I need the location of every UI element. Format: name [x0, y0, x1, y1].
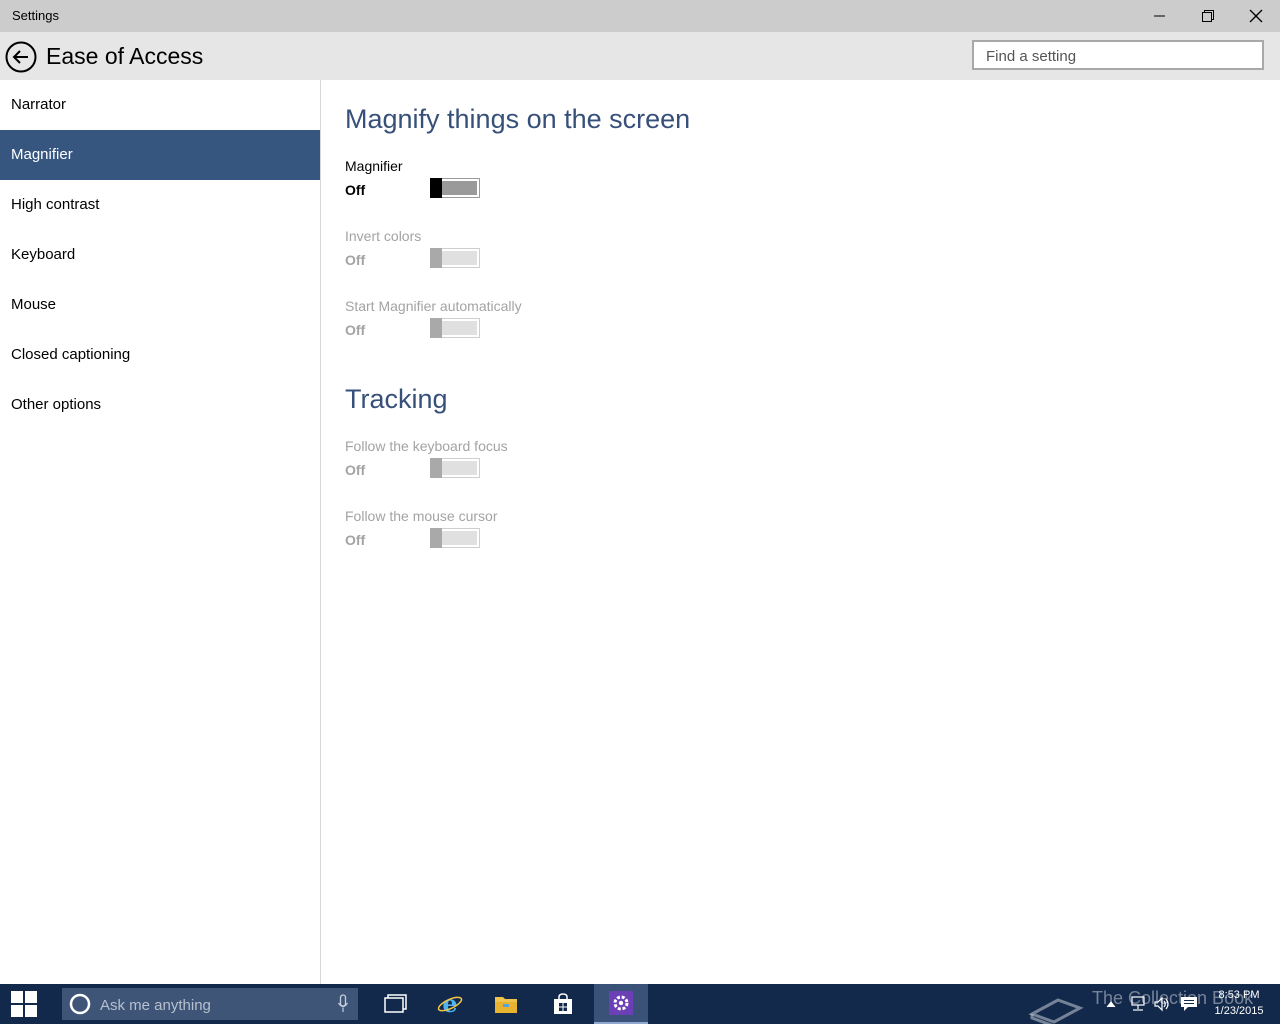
invert-colors-state: Off	[345, 252, 366, 268]
setting-magnifier: Magnifier Off	[345, 158, 645, 208]
cortana-input[interactable]	[98, 991, 322, 1019]
sidebar-item-narrator[interactable]: Narrator	[0, 80, 320, 130]
sidebar-item-closed-captioning[interactable]: Closed captioning	[0, 330, 320, 380]
setting-invert-colors: Invert colors Off	[345, 228, 645, 278]
sidebar: Narrator Magnifier High contrast Keyboar…	[0, 80, 321, 984]
window-title: Settings	[12, 8, 59, 23]
volume-button[interactable]	[1152, 984, 1172, 1024]
restore-button[interactable]	[1184, 0, 1232, 32]
setting-start-automatically: Start Magnifier automatically Off	[345, 298, 645, 348]
setting-follow-mouse-cursor: Follow the mouse cursor Off	[345, 508, 645, 558]
toggle-thumb	[430, 528, 442, 548]
action-center-button[interactable]	[1178, 984, 1200, 1024]
setting-follow-keyboard-focus: Follow the keyboard focus Off	[345, 438, 645, 488]
search-input[interactable]	[984, 42, 1258, 70]
internet-explorer-icon: e	[437, 991, 463, 1017]
magnifier-state: Off	[345, 182, 366, 198]
follow-mouse-cursor-state: Off	[345, 532, 366, 548]
start-automatically-label: Start Magnifier automatically	[345, 298, 522, 314]
folder-icon	[495, 997, 517, 1013]
section-title-tracking: Tracking	[345, 384, 448, 414]
cortana-search-box[interactable]	[62, 988, 358, 1020]
network-button[interactable]	[1128, 984, 1148, 1024]
close-icon	[1249, 9, 1263, 23]
toggle-thumb	[430, 248, 442, 268]
clock-time: 8:53 PM	[1218, 989, 1260, 1001]
message-icon	[1181, 997, 1197, 1011]
internet-explorer-button[interactable]: e	[423, 984, 477, 1024]
invert-colors-toggle[interactable]	[430, 248, 480, 268]
follow-keyboard-focus-state: Off	[345, 462, 366, 478]
magnifier-toggle[interactable]	[430, 178, 480, 198]
chevron-up-icon	[1106, 1001, 1116, 1008]
taskbar: e The Collection Book	[0, 984, 1280, 1024]
speaker-icon	[1154, 996, 1169, 1012]
page-title: Ease of Access	[46, 43, 204, 69]
sidebar-item-mouse[interactable]: Mouse	[0, 280, 320, 330]
restore-icon	[1202, 10, 1214, 22]
show-hidden-icons-button[interactable]	[1103, 984, 1119, 1024]
taskbar-clock[interactable]: 8:53 PM 1/23/2015	[1204, 987, 1274, 1019]
book-logo-icon	[1028, 998, 1084, 1024]
back-arrow-icon	[5, 41, 37, 73]
sidebar-item-magnifier[interactable]: Magnifier	[0, 130, 320, 180]
follow-mouse-cursor-toggle[interactable]	[430, 528, 480, 548]
follow-keyboard-focus-toggle[interactable]	[430, 458, 480, 478]
toggle-thumb	[430, 178, 442, 198]
search-box[interactable]	[972, 40, 1264, 70]
task-view-button[interactable]	[369, 984, 423, 1024]
windows-logo-icon	[11, 991, 37, 1017]
sidebar-item-high-contrast[interactable]: High contrast	[0, 180, 320, 230]
clock-date: 1/23/2015	[1214, 1005, 1264, 1017]
start-automatically-toggle[interactable]	[430, 318, 480, 338]
header-bar: Ease of Access	[0, 32, 1280, 80]
store-bag-icon	[554, 993, 572, 1014]
toggle-thumb	[430, 318, 442, 338]
invert-colors-label: Invert colors	[345, 228, 422, 244]
cortana-circle-icon	[69, 993, 91, 1015]
file-explorer-button[interactable]	[479, 984, 533, 1024]
title-bar: Settings	[0, 0, 1280, 32]
close-button[interactable]	[1232, 0, 1280, 32]
follow-keyboard-focus-label: Follow the keyboard focus	[345, 438, 508, 454]
gear-icon	[609, 991, 633, 1015]
minimize-icon	[1154, 15, 1165, 17]
follow-mouse-cursor-label: Follow the mouse cursor	[345, 508, 498, 524]
microphone-icon[interactable]	[337, 994, 349, 1014]
magnifier-label: Magnifier	[345, 158, 403, 174]
sidebar-item-other-options[interactable]: Other options	[0, 380, 320, 430]
section-title-magnify: Magnify things on the screen	[345, 104, 691, 134]
network-icon	[1131, 996, 1145, 1011]
start-automatically-state: Off	[345, 322, 366, 338]
start-button[interactable]	[0, 984, 48, 1024]
minimize-button[interactable]	[1136, 0, 1184, 32]
toggle-thumb	[430, 458, 442, 478]
settings-app-button[interactable]	[594, 984, 648, 1024]
task-view-icon	[384, 994, 407, 1013]
back-button[interactable]	[5, 41, 37, 73]
store-button[interactable]	[536, 984, 590, 1024]
sidebar-item-keyboard[interactable]: Keyboard	[0, 230, 320, 280]
svg-text:e: e	[442, 991, 457, 1017]
